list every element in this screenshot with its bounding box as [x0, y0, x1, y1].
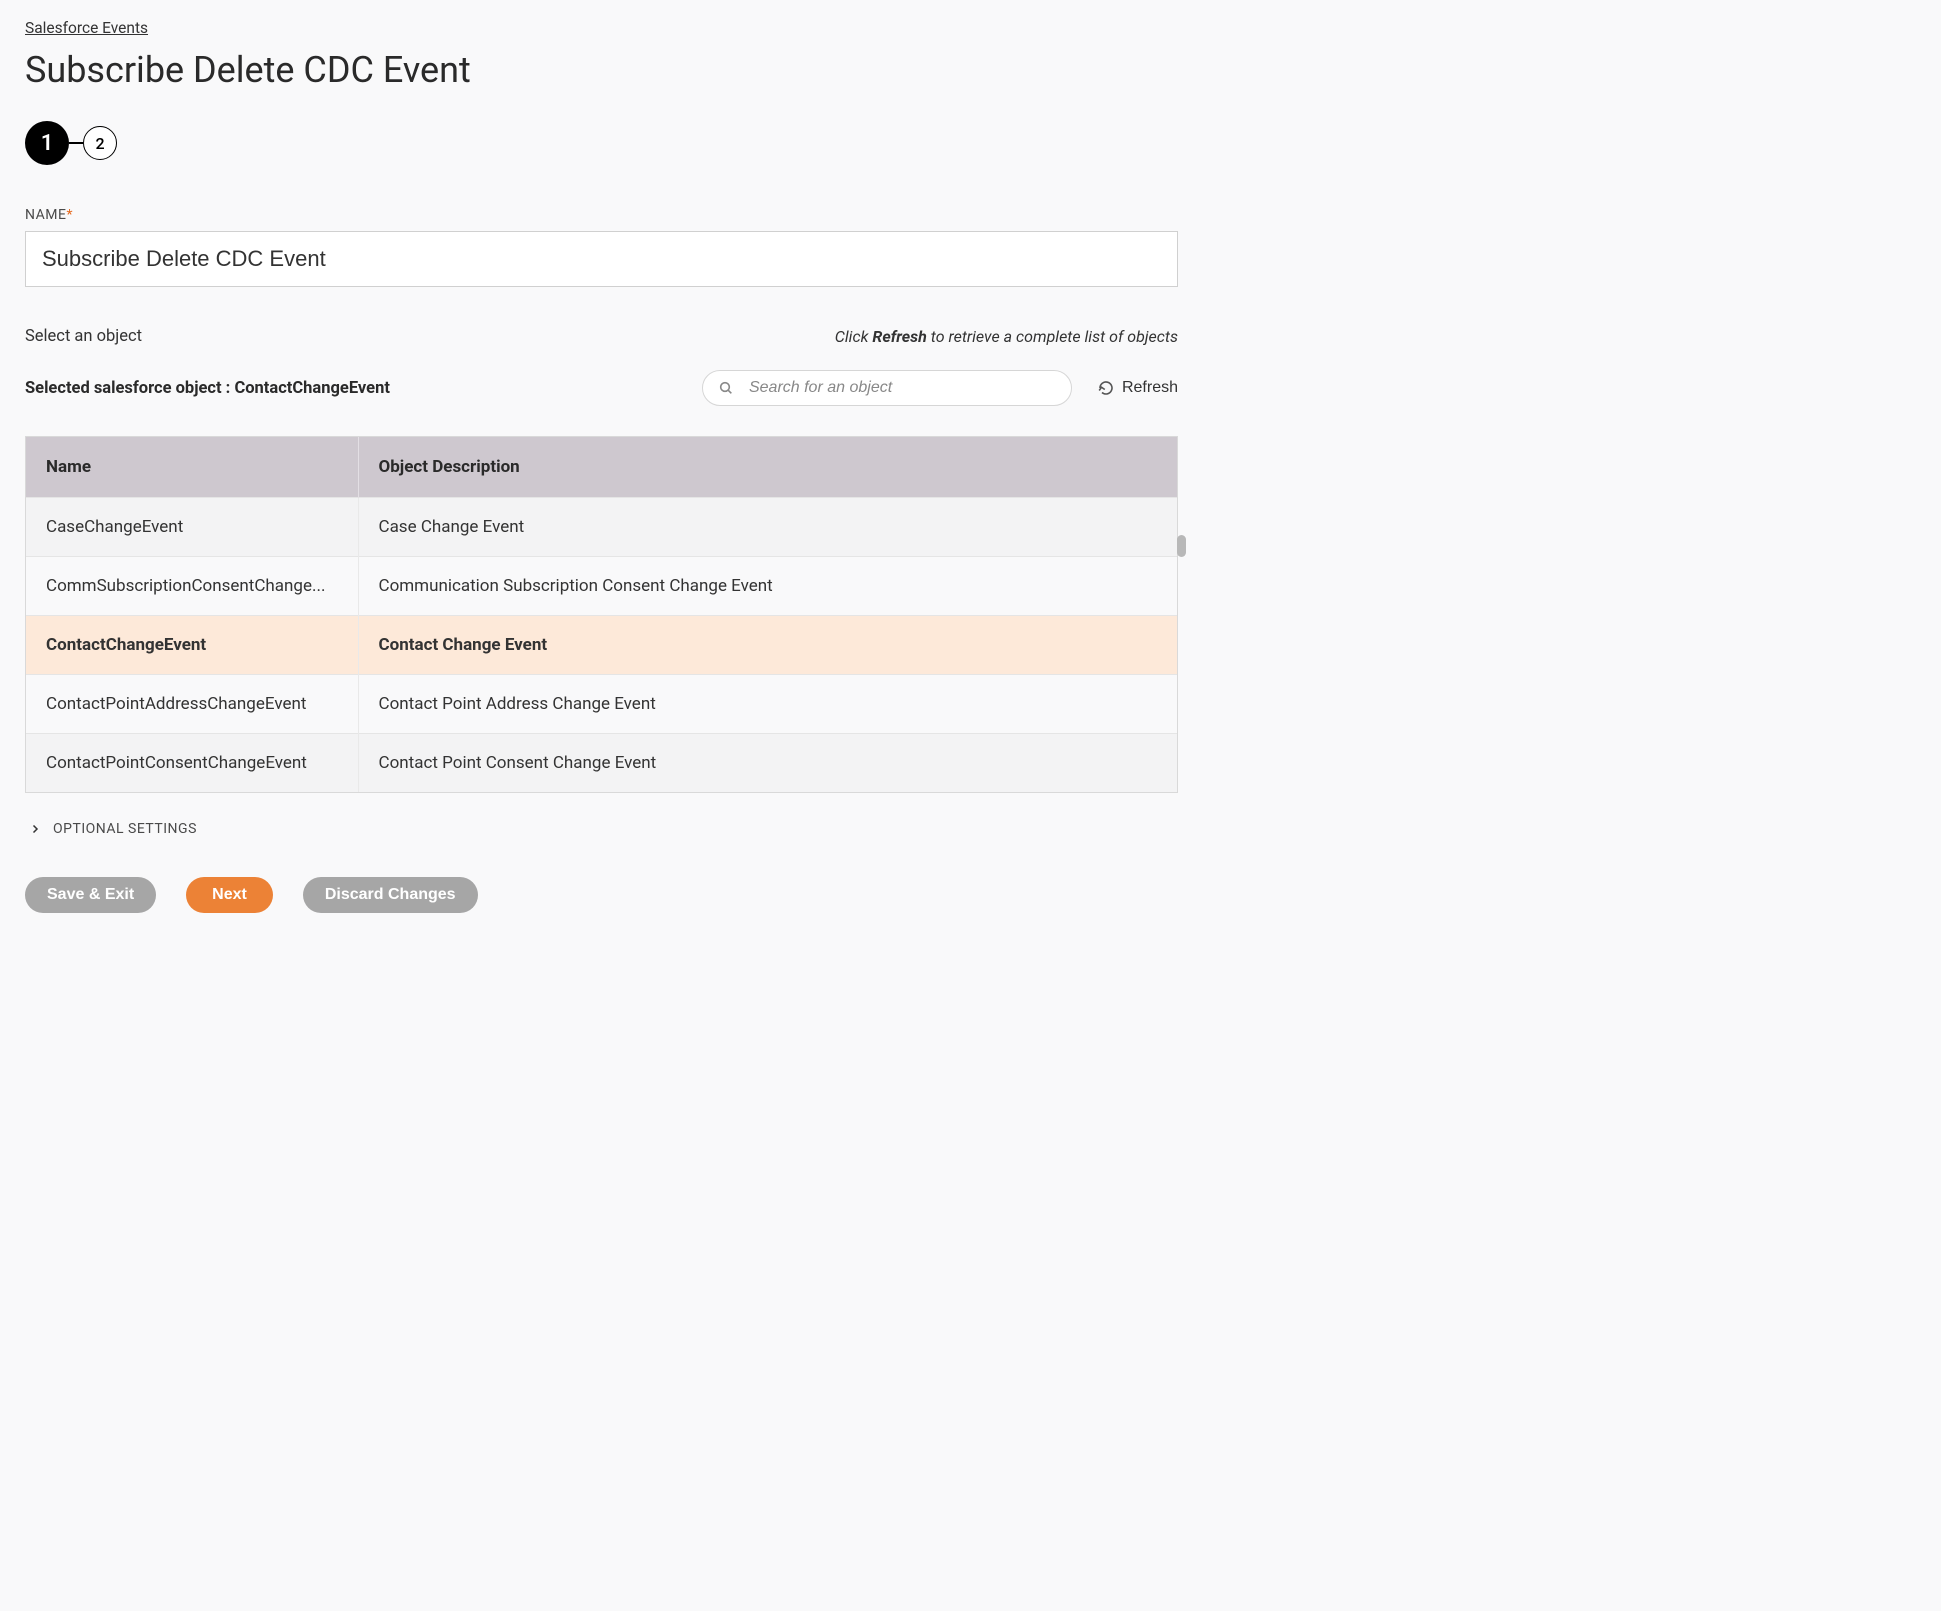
table-row[interactable]: ContactPointConsentChangeEventContact Po… — [26, 734, 1177, 793]
cell-desc: Communication Subscription Consent Chang… — [358, 557, 1177, 616]
step-2[interactable]: 2 — [83, 126, 117, 160]
step-connector — [69, 142, 83, 144]
scrollbar-thumb[interactable] — [1177, 535, 1186, 557]
table-row[interactable]: ContactChangeEventContact Change Event — [26, 616, 1177, 675]
object-table-wrap: Name Object Description CaseChangeEventC… — [25, 436, 1178, 793]
cell-name: CaseChangeEvent — [26, 498, 358, 557]
cell-desc: Contact Point Consent Change Event — [358, 734, 1177, 793]
table-row[interactable]: CommSubscriptionConsentChange...Communic… — [26, 557, 1177, 616]
hint-suffix: to retrieve a complete list of objects — [927, 327, 1178, 346]
search-input[interactable] — [702, 370, 1072, 406]
next-button[interactable]: Next — [186, 877, 273, 913]
discard-button[interactable]: Discard Changes — [303, 877, 478, 913]
search-icon — [718, 380, 734, 396]
required-asterisk: * — [66, 207, 73, 223]
selected-prefix: Selected salesforce object : — [25, 379, 234, 398]
col-header-name[interactable]: Name — [26, 437, 358, 498]
cell-desc: Case Change Event — [358, 498, 1177, 557]
name-label-text: NAME — [25, 207, 66, 223]
hint-bold: Refresh — [872, 327, 926, 346]
cell-name: CommSubscriptionConsentChange... — [26, 557, 358, 616]
select-object-label: Select an object — [25, 327, 142, 346]
search-box — [702, 370, 1072, 406]
optional-settings-toggle[interactable]: OPTIONAL SETTINGS — [29, 821, 1178, 837]
table-row[interactable]: ContactPointAddressChangeEventContact Po… — [26, 675, 1177, 734]
chevron-right-icon — [29, 823, 41, 835]
object-table: Name Object Description CaseChangeEventC… — [26, 437, 1177, 792]
refresh-button[interactable]: Refresh — [1098, 379, 1178, 397]
refresh-label: Refresh — [1122, 379, 1178, 397]
cell-name: ContactChangeEvent — [26, 616, 358, 675]
name-input[interactable] — [25, 231, 1178, 287]
step-1[interactable]: 1 — [25, 121, 69, 165]
cell-desc: Contact Point Address Change Event — [358, 675, 1177, 734]
selected-value: ContactChangeEvent — [234, 379, 389, 398]
refresh-hint: Click Refresh to retrieve a complete lis… — [835, 327, 1178, 346]
cell-name: ContactPointConsentChangeEvent — [26, 734, 358, 793]
name-field-label: NAME* — [25, 207, 1178, 223]
cell-desc: Contact Change Event — [358, 616, 1177, 675]
stepper: 1 2 — [25, 121, 1178, 165]
cell-name: ContactPointAddressChangeEvent — [26, 675, 358, 734]
breadcrumb-link[interactable]: Salesforce Events — [25, 19, 148, 37]
table-row[interactable]: CaseChangeEventCase Change Event — [26, 498, 1177, 557]
footer-buttons: Save & Exit Next Discard Changes — [25, 877, 1178, 913]
page-title: Subscribe Delete CDC Event — [25, 49, 1178, 91]
selected-object-label: Selected salesforce object : ContactChan… — [25, 379, 390, 398]
optional-settings-label: OPTIONAL SETTINGS — [53, 821, 197, 837]
hint-prefix: Click — [835, 327, 873, 346]
refresh-icon — [1098, 380, 1114, 396]
col-header-desc[interactable]: Object Description — [358, 437, 1177, 498]
save-exit-button[interactable]: Save & Exit — [25, 877, 156, 913]
